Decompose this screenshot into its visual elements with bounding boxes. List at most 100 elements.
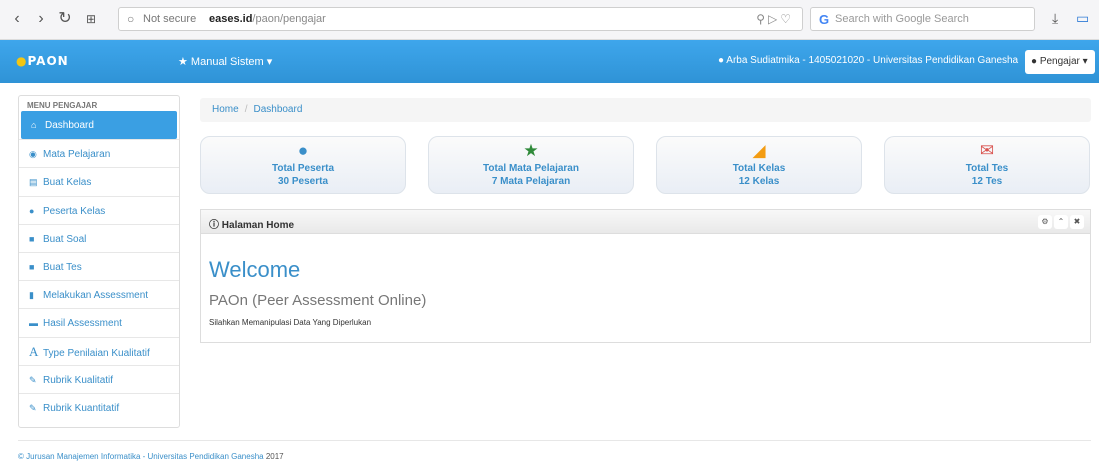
pencil-icon: ✎ [29, 374, 37, 385]
sidebar-item-peserta-kelas[interactable]: ● Peserta Kelas [19, 195, 179, 224]
panel-description: Silahkan Memanipulasi Data Yang Diperluk… [209, 318, 372, 327]
card-title: Total Mata Pelajaran [483, 163, 579, 174]
heart-icon[interactable]: ♡ [780, 12, 794, 26]
globe-icon: ○ [127, 12, 135, 26]
user-icon: ● [1031, 56, 1038, 67]
sidebar-item-buat-tes[interactable]: ■ Buat Tes [19, 251, 179, 280]
footer-divider [18, 440, 1091, 441]
info-icon: ⓘ [209, 220, 219, 231]
address-bar[interactable]: ○ Not secure eases.id/paon/pengajar ⚲▷♡ [118, 7, 803, 31]
book-icon: ■ [29, 233, 35, 244]
breadcrumb-separator: / [244, 104, 248, 115]
breadcrumb-current: Dashboard [253, 104, 303, 115]
battery-icon[interactable]: ▭ [1076, 10, 1089, 27]
play-icon[interactable]: ▷ [768, 12, 780, 26]
role-dropdown-button[interactable]: ● Pengajar ▾ [1025, 50, 1095, 74]
card-total-tes[interactable]: ✉ Total Tes 12 Tes [884, 136, 1090, 194]
sidebar-item-label: Melakukan Assessment [43, 290, 149, 302]
footer: © Jurusan Manajemen Informatika - Univer… [18, 452, 284, 461]
close-icon[interactable]: ✖ [1070, 215, 1084, 229]
brand-logo[interactable]: ●PAON [16, 54, 69, 68]
sidebar-item-label: Rubrik Kuantitatif [43, 402, 120, 414]
sidebar-item-dashboard[interactable]: ⌂ Dashboard [21, 111, 177, 140]
breadcrumb-home-link[interactable]: Home [212, 104, 239, 115]
card-value: 7 Mata Pelajaran [491, 176, 571, 187]
panel-title: Halaman Home [221, 220, 295, 231]
sidebar-header: MENU PENGAJAR [27, 101, 98, 110]
font-icon: A [29, 343, 39, 359]
gear-icon[interactable]: ⚙ [1038, 215, 1052, 229]
book-icon: ■ [29, 261, 35, 272]
apps-grid-icon[interactable]: ⊞ [82, 10, 100, 28]
user-info-text: Arba Sudiatmika - 1405021020 - Universit… [726, 55, 1019, 66]
panel-tools: ⚙ ⌃ ✖ [1036, 215, 1084, 229]
sidebar-item-buat-kelas[interactable]: ▤ Buat Kelas [19, 167, 179, 195]
url-text: eases.id/paon/pengajar [209, 13, 326, 25]
sidebar-menu: MENU PENGAJAR ⌂ Dashboard ◉ Mata Pelajaran… [18, 95, 180, 428]
star-icon: ★ [523, 141, 539, 160]
card-value: 12 Tes [971, 176, 1003, 187]
card-title: Total Peserta [271, 163, 335, 174]
cart-icon: ◢ [752, 141, 766, 160]
home-icon: ⌂ [31, 120, 37, 130]
back-icon[interactable]: ‹ [8, 10, 26, 28]
google-search-box[interactable]: G Search with Google Search [810, 7, 1035, 31]
user-icon: ● [297, 141, 309, 160]
eye-icon: ◉ [29, 149, 37, 160]
sidebar-item-label: Peserta Kelas [43, 205, 106, 217]
sidebar-item-type-penilaian-kualitatif[interactable]: A Type Penilaian Kualitatif [19, 336, 179, 365]
search-placeholder: Search with Google Search [835, 13, 969, 25]
welcome-heading: Welcome [209, 257, 301, 282]
user-icon: ● [718, 55, 725, 66]
search-icon[interactable]: ⚲ [756, 12, 768, 26]
role-label: Pengajar [1039, 56, 1080, 67]
url-path: /paon/pengajar [252, 13, 326, 25]
user-info: ● Arba Sudiatmika - 1405021020 - Univers… [718, 55, 1018, 66]
card-total-peserta[interactable]: ● Total Peserta 30 Peserta [200, 136, 406, 194]
sidebar-item-melakukan-assessment[interactable]: ▮ Melakukan Assessment [19, 280, 179, 308]
address-bar-actions[interactable]: ⚲▷♡ [756, 12, 794, 26]
copyright-icon: © [18, 452, 24, 461]
sidebar-item-mata-pelajaran[interactable]: ◉ Mata Pelajaran [19, 139, 179, 167]
card-value: 30 Peserta [277, 176, 329, 187]
download-icon[interactable]: ⤓ [1052, 10, 1058, 27]
not-secure-label: Not secure [143, 13, 197, 25]
browser-toolbar: ‹ › ↻ ⊞ ○ Not secure eases.id/paon/penga… [0, 0, 1099, 40]
sidebar-item-hasil-assessment[interactable]: ▬ Hasil Assessment [19, 308, 179, 336]
app-subtitle: PAOn (Peer Assessment Online) [209, 292, 427, 309]
url-domain: eases.id [209, 13, 253, 25]
card-total-mata-pelajaran[interactable]: ★ Total Mata Pelajaran 7 Mata Pelajaran [428, 136, 634, 194]
breadcrumb: Home / Dashboard [200, 98, 1091, 122]
brand-text: PAON [27, 54, 69, 68]
folder-open-icon: ▮ [29, 290, 34, 301]
sidebar-item-buat-soal[interactable]: ■ Buat Soal [19, 223, 179, 252]
app-navbar: ●PAON ★ Manual Sistem ▾ ● Arba Sudiatmik… [0, 40, 1099, 83]
sidebar-item-rubrik-kuantitatif[interactable]: ✎ Rubrik Kuantitatif [19, 392, 179, 421]
user-icon: ● [29, 205, 35, 216]
sidebar-item-label: Buat Kelas [43, 177, 92, 189]
sidebar-item-rubrik-kualitatif[interactable]: ✎ Rubrik Kualitatif [19, 364, 179, 393]
card-value: 12 Kelas [738, 176, 780, 187]
manual-sistem-menu[interactable]: ★ Manual Sistem ▾ [178, 55, 272, 68]
google-icon: G [819, 12, 830, 27]
footer-year: 2017 [265, 452, 284, 461]
footer-link[interactable]: Jurusan Manajemen Informatika - Universi… [26, 452, 263, 461]
sidebar-item-label: Type Penilaian Kualitatif [43, 347, 150, 359]
envelope-icon: ✉ [979, 141, 995, 160]
home-panel: ⓘ Halaman Home ⚙ ⌃ ✖ Welcome PAOn (Peer As… [200, 209, 1091, 343]
reload-icon[interactable]: ↻ [56, 10, 74, 28]
sidebar-item-label: Rubrik Kualitatif [43, 374, 114, 386]
manual-sistem-label: Manual Sistem [190, 56, 264, 68]
forward-icon[interactable]: › [32, 10, 50, 28]
panel-header: ⓘ Halaman Home [201, 210, 1090, 234]
chevron-up-icon[interactable]: ⌃ [1054, 215, 1068, 229]
sidebar-item-label: Dashboard [45, 120, 94, 131]
sidebar-item-label: Buat Tes [43, 261, 82, 273]
card-title: Total Kelas [732, 163, 786, 174]
list-icon: ▤ [29, 177, 38, 188]
pencil-icon: ✎ [29, 402, 37, 413]
sidebar-item-label: Buat Soal [43, 233, 87, 245]
card-total-kelas[interactable]: ◢ Total Kelas 12 Kelas [656, 136, 862, 194]
folder-icon: ▬ [29, 318, 38, 329]
sidebar-item-label: Mata Pelajaran [43, 149, 111, 161]
